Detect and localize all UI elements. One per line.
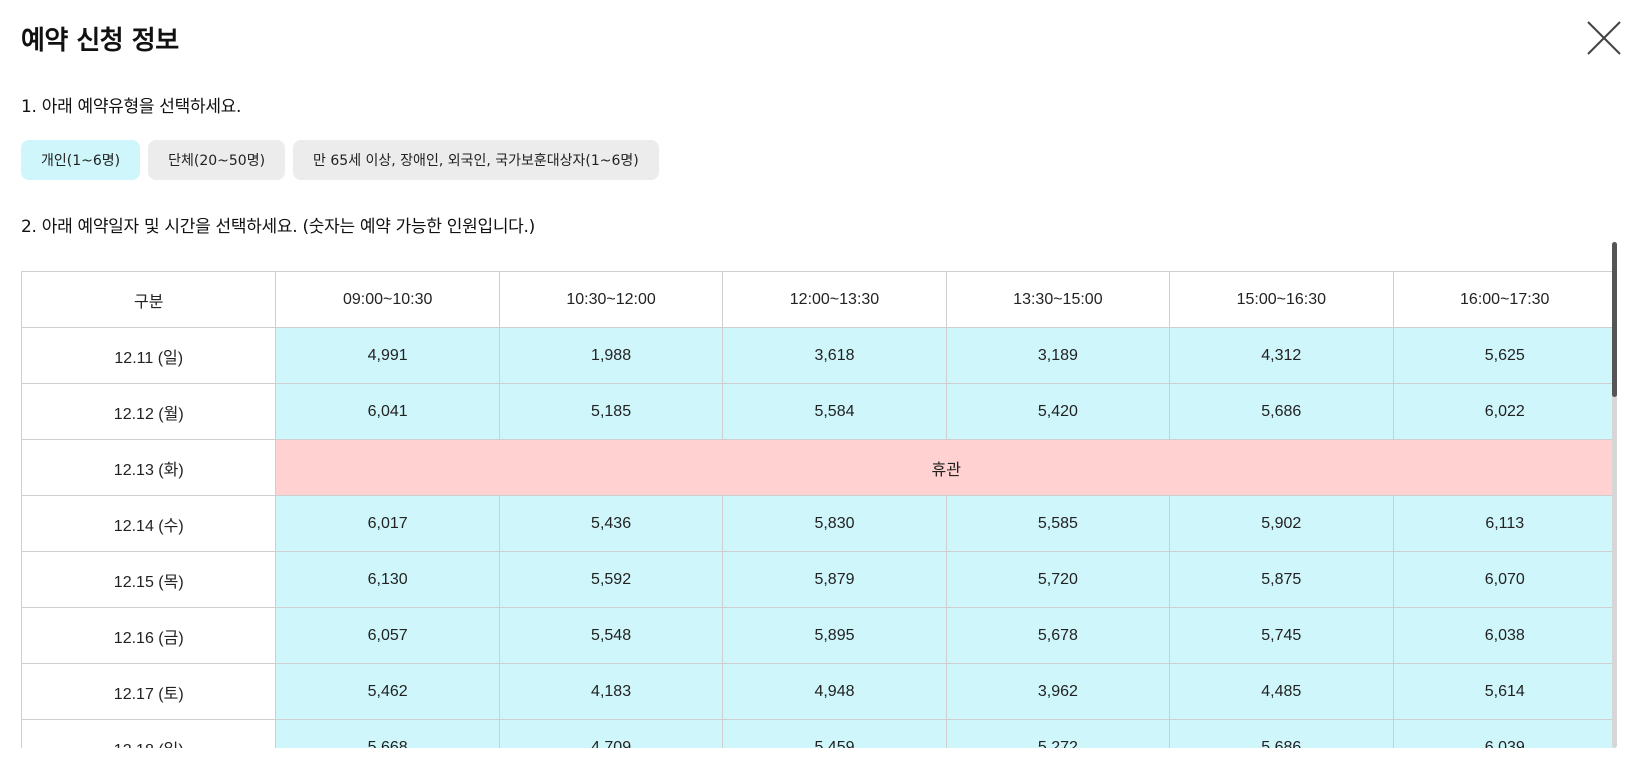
- table-row: 12.14 (수) 6,017 5,436 5,830 5,585 5,902 …: [21, 495, 1616, 552]
- slot-cell[interactable]: 6,113: [1392, 495, 1616, 552]
- row-date: 12.15 (목): [21, 551, 277, 608]
- slot-cell[interactable]: 3,962: [945, 663, 1171, 720]
- slot-cell[interactable]: 4,312: [1169, 327, 1394, 384]
- slot-cell[interactable]: 5,592: [498, 551, 724, 608]
- scrollbar-thumb[interactable]: [1612, 242, 1617, 397]
- row-date: 12.14 (수): [21, 495, 277, 552]
- slot-cell[interactable]: 6,038: [1392, 607, 1616, 664]
- row-date: 12.18 (일): [21, 719, 277, 748]
- table-row: 12.18 (일) 5,668 4,709 5,459 5,272 5,686 …: [21, 719, 1616, 748]
- closed-cell: 휴관: [275, 439, 1616, 496]
- slot-cell[interactable]: 5,548: [498, 607, 724, 664]
- slot-cell[interactable]: 5,625: [1392, 327, 1616, 384]
- slot-cell[interactable]: 5,830: [722, 495, 947, 552]
- close-icon: [1587, 21, 1621, 55]
- slot-cell[interactable]: 5,420: [945, 383, 1171, 440]
- table-row: 12.15 (목) 6,130 5,592 5,879 5,720 5,875 …: [21, 551, 1616, 608]
- step1-label: 1. 아래 예약유형을 선택하세요.: [21, 97, 242, 117]
- column-header-slot: 15:00~16:30: [1169, 271, 1394, 328]
- slot-cell[interactable]: 5,436: [498, 495, 724, 552]
- slot-cell[interactable]: 5,462: [275, 663, 500, 720]
- row-date: 12.16 (금): [21, 607, 277, 664]
- slot-cell[interactable]: 5,895: [722, 607, 947, 664]
- row-date: 12.12 (월): [21, 383, 277, 440]
- slot-cell[interactable]: 5,678: [945, 607, 1171, 664]
- table-row: 12.16 (금) 6,057 5,548 5,895 5,678 5,745 …: [21, 607, 1616, 664]
- column-header-slot: 12:00~13:30: [722, 271, 947, 328]
- slot-cell[interactable]: 4,485: [1169, 663, 1394, 720]
- table-row: 12.17 (토) 5,462 4,183 4,948 3,962 4,485 …: [21, 663, 1616, 720]
- type-individual-button[interactable]: 개인(1~6명): [21, 140, 141, 180]
- slot-cell[interactable]: 6,039: [1392, 719, 1616, 748]
- slot-cell[interactable]: 4,991: [275, 327, 500, 384]
- type-special-button[interactable]: 만 65세 이상, 장애인, 외국인, 국가보훈대상자(1~6명): [293, 140, 659, 180]
- slot-cell[interactable]: 5,459: [722, 719, 947, 748]
- reservation-modal: 예약 신청 정보 1. 아래 예약유형을 선택하세요. 개인(1~6명) 단체(…: [0, 0, 1647, 776]
- slot-cell[interactable]: 6,070: [1392, 551, 1616, 608]
- slot-cell[interactable]: 6,057: [275, 607, 500, 664]
- slot-cell[interactable]: 6,017: [275, 495, 500, 552]
- slot-cell[interactable]: 5,879: [722, 551, 947, 608]
- column-header-slot: 13:30~15:00: [945, 271, 1171, 328]
- reservation-type-group: 개인(1~6명) 단체(20~50명) 만 65세 이상, 장애인, 외국인, …: [21, 140, 659, 180]
- slot-cell[interactable]: 4,709: [498, 719, 724, 748]
- slot-cell[interactable]: 5,902: [1169, 495, 1394, 552]
- step2-label: 2. 아래 예약일자 및 시간을 선택하세요. (숫자는 예약 가능한 인원입니…: [21, 217, 535, 237]
- slot-cell[interactable]: 5,272: [945, 719, 1171, 748]
- slot-cell[interactable]: 5,185: [498, 383, 724, 440]
- column-header-slot: 09:00~10:30: [275, 271, 500, 328]
- slot-cell[interactable]: 5,585: [945, 495, 1171, 552]
- table-row: 12.11 (일) 4,991 1,988 3,618 3,189 4,312 …: [21, 327, 1616, 384]
- table-header-row: 구분 09:00~10:30 10:30~12:00 12:00~13:30 1…: [21, 271, 1616, 328]
- row-date: 12.17 (토): [21, 663, 277, 720]
- slot-cell[interactable]: 3,618: [722, 327, 947, 384]
- column-header-slot: 16:00~17:30: [1392, 271, 1616, 328]
- slot-cell[interactable]: 4,183: [498, 663, 724, 720]
- type-group-button[interactable]: 단체(20~50명): [148, 140, 286, 180]
- slot-cell[interactable]: 3,189: [945, 327, 1171, 384]
- table-row: 12.13 (화) 휴관: [21, 439, 1616, 496]
- column-header-category: 구분: [21, 271, 277, 328]
- slot-cell[interactable]: 5,686: [1169, 719, 1394, 748]
- modal-title: 예약 신청 정보: [21, 26, 179, 56]
- slot-cell[interactable]: 6,041: [275, 383, 500, 440]
- slot-cell[interactable]: 4,948: [722, 663, 947, 720]
- slot-cell[interactable]: 1,988: [498, 327, 724, 384]
- slot-cell[interactable]: 5,614: [1392, 663, 1616, 720]
- schedule-table-container[interactable]: 구분 09:00~10:30 10:30~12:00 12:00~13:30 1…: [21, 271, 1616, 748]
- table-row: 12.12 (월) 6,041 5,185 5,584 5,420 5,686 …: [21, 383, 1616, 440]
- slot-cell[interactable]: 6,022: [1392, 383, 1616, 440]
- row-date: 12.11 (일): [21, 327, 277, 384]
- column-header-slot: 10:30~12:00: [498, 271, 724, 328]
- slot-cell[interactable]: 5,668: [275, 719, 500, 748]
- close-button[interactable]: [1586, 20, 1622, 56]
- row-date: 12.13 (화): [21, 439, 277, 496]
- slot-cell[interactable]: 6,130: [275, 551, 500, 608]
- slot-cell[interactable]: 5,745: [1169, 607, 1394, 664]
- scrollbar-track[interactable]: [1612, 242, 1617, 748]
- slot-cell[interactable]: 5,720: [945, 551, 1171, 608]
- slot-cell[interactable]: 5,875: [1169, 551, 1394, 608]
- schedule-table: 구분 09:00~10:30 10:30~12:00 12:00~13:30 1…: [21, 271, 1616, 748]
- slot-cell[interactable]: 5,686: [1169, 383, 1394, 440]
- slot-cell[interactable]: 5,584: [722, 383, 947, 440]
